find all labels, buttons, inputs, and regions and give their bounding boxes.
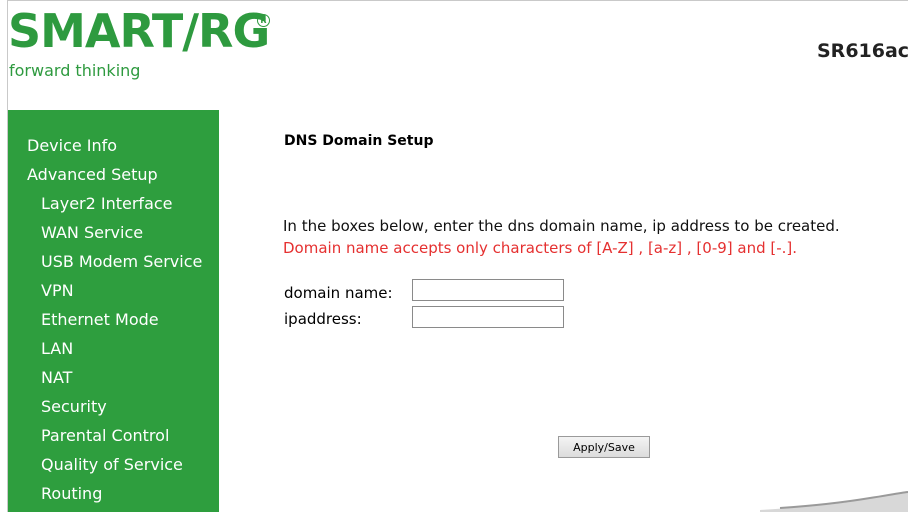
footer-decoration-icon (760, 491, 908, 512)
sidebar-item-device-info[interactable]: Device Info (27, 136, 117, 156)
sidebar-item-nat[interactable]: NAT (41, 368, 72, 388)
sidebar-item-wan-service[interactable]: WAN Service (41, 223, 143, 243)
sidebar-item-advanced-setup[interactable]: Advanced Setup (27, 165, 158, 185)
instruction-text: In the boxes below, enter the dns domain… (283, 217, 840, 235)
sidebar-item-vpn[interactable]: VPN (41, 281, 74, 301)
sidebar-item-parental-control[interactable]: Parental Control (41, 426, 169, 446)
sidebar-item-ethernet-mode[interactable]: Ethernet Mode (41, 310, 159, 330)
sidebar-nav: Device Info Advanced Setup Layer2 Interf… (8, 110, 219, 512)
page-title: DNS Domain Setup (284, 133, 434, 149)
sidebar-item-quality-of-service[interactable]: Quality of Service (41, 455, 183, 475)
ipaddress-label: ipaddress: (284, 310, 362, 328)
sidebar-item-security[interactable]: Security (41, 397, 107, 417)
registered-mark-icon: R (257, 14, 270, 27)
ipaddress-input[interactable] (412, 306, 564, 328)
sidebar-item-layer2-interface[interactable]: Layer2 Interface (41, 194, 173, 214)
validation-hint: Domain name accepts only characters of [… (283, 239, 798, 257)
model-name: SR616ac (817, 40, 908, 62)
sidebar-item-usb-modem-service[interactable]: USB Modem Service (41, 252, 202, 272)
domain-name-label: domain name: (284, 284, 393, 302)
domain-name-input[interactable] (412, 279, 564, 301)
brand-logo: SMART/RG (8, 4, 270, 58)
sidebar-item-lan[interactable]: LAN (41, 339, 73, 359)
sidebar-item-routing[interactable]: Routing (41, 484, 102, 504)
brand-tagline: forward thinking (9, 61, 141, 80)
apply-save-button[interactable]: Apply/Save (558, 436, 650, 458)
